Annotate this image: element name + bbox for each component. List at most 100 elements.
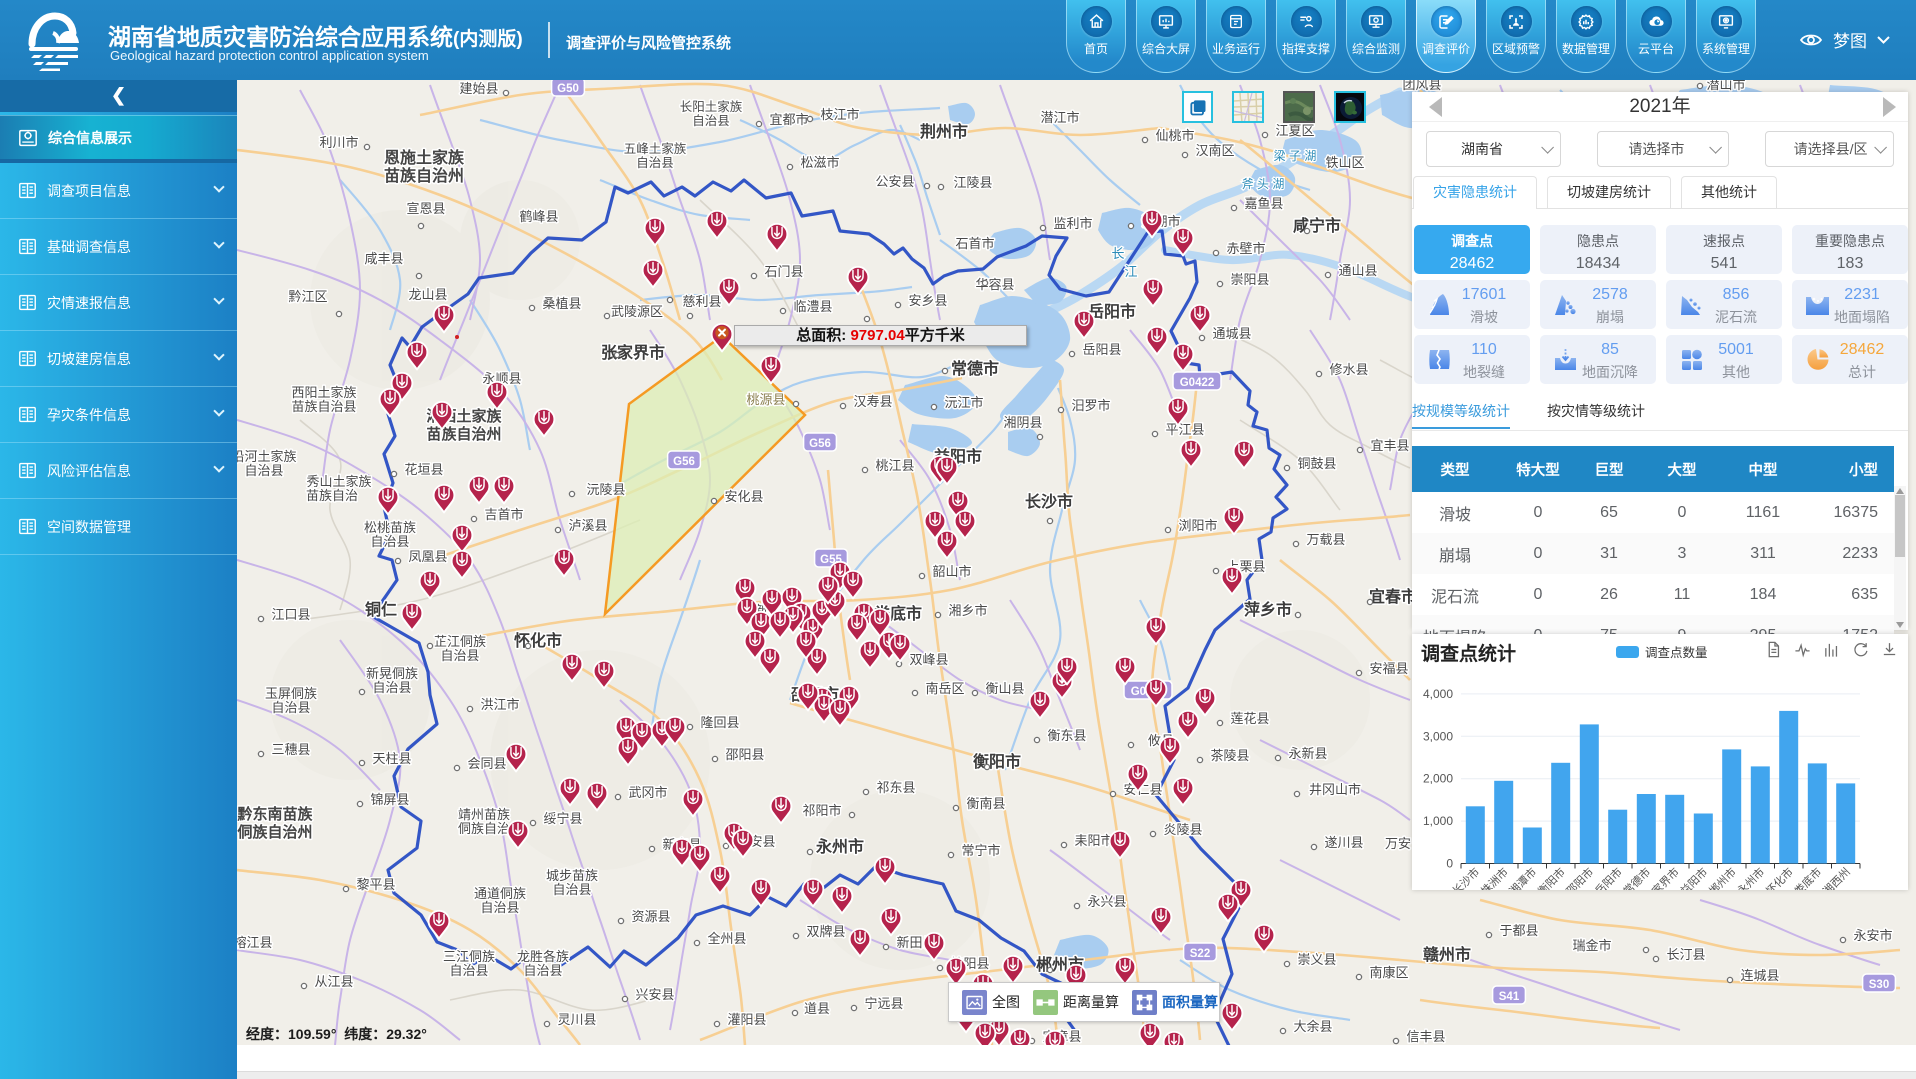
svg-text:自治县: 自治县 bbox=[372, 680, 411, 695]
svg-text:慈利县: 慈利县 bbox=[682, 294, 721, 309]
svg-text:铜鼓县: 铜鼓县 bbox=[1297, 456, 1336, 471]
svg-text:湘阴县: 湘阴县 bbox=[1003, 415, 1042, 430]
svg-text:监利市: 监利市 bbox=[1053, 216, 1092, 231]
svg-text:侗族自治: 侗族自治 bbox=[458, 821, 510, 836]
svg-text:苗族自治州: 苗族自治州 bbox=[384, 166, 464, 185]
svg-text:自治县: 自治县 bbox=[370, 534, 409, 549]
svg-text:祁东县: 祁东县 bbox=[876, 780, 915, 795]
svg-text:黔东南苗族: 黔东南苗族 bbox=[237, 805, 313, 823]
svg-text:苗族自治州: 苗族自治州 bbox=[426, 425, 501, 443]
svg-text:娄底市: 娄底市 bbox=[1791, 865, 1824, 890]
svg-text:桑植县: 桑植县 bbox=[542, 296, 581, 311]
svg-text:自治县: 自治县 bbox=[636, 156, 674, 170]
svg-text:宜都市: 宜都市 bbox=[769, 112, 808, 127]
svg-text:桃源县: 桃源县 bbox=[746, 392, 785, 407]
svg-text:萍乡市: 萍乡市 bbox=[1244, 600, 1292, 619]
svg-text:靖州苗族: 靖州苗族 bbox=[458, 807, 510, 822]
svg-text:长汀县: 长汀县 bbox=[1666, 947, 1705, 962]
svg-text:江: 江 bbox=[1124, 264, 1137, 279]
svg-text:岳阳市: 岳阳市 bbox=[1592, 865, 1625, 890]
svg-text:西阳土家族: 西阳土家族 bbox=[291, 385, 356, 400]
svg-text:G56: G56 bbox=[673, 456, 695, 468]
svg-text:会同县: 会同县 bbox=[467, 756, 506, 771]
svg-text:赣州市: 赣州市 bbox=[1423, 945, 1471, 964]
svg-text:江夏区: 江夏区 bbox=[1275, 123, 1314, 138]
svg-text:石门县: 石门县 bbox=[764, 264, 803, 279]
svg-text:天柱县: 天柱县 bbox=[372, 751, 411, 766]
svg-text:恩施土家族: 恩施土家族 bbox=[384, 148, 465, 167]
svg-text:铜仁: 铜仁 bbox=[365, 600, 397, 619]
svg-text:益阳市: 益阳市 bbox=[1677, 865, 1710, 890]
svg-text:赤壁市: 赤壁市 bbox=[1226, 241, 1265, 256]
svg-text:资源县: 资源县 bbox=[631, 909, 670, 924]
svg-text:侗族自治州: 侗族自治州 bbox=[237, 823, 313, 841]
svg-text:沅江市: 沅江市 bbox=[944, 395, 983, 410]
svg-text:自治县: 自治县 bbox=[523, 963, 562, 978]
svg-text:怀化市: 怀化市 bbox=[1763, 865, 1796, 890]
svg-text:崇阳县: 崇阳县 bbox=[1230, 272, 1269, 287]
svg-text:4,000: 4,000 bbox=[1423, 687, 1453, 701]
svg-text:石首市: 石首市 bbox=[955, 236, 994, 251]
svg-text:长沙市: 长沙市 bbox=[1449, 865, 1482, 890]
svg-text:吉首市: 吉首市 bbox=[484, 507, 523, 522]
svg-text:万载县: 万载县 bbox=[1306, 532, 1345, 547]
svg-text:鹤峰县: 鹤峰县 bbox=[519, 209, 558, 224]
svg-text:安化县: 安化县 bbox=[724, 489, 763, 504]
svg-text:荆州市: 荆州市 bbox=[920, 122, 968, 141]
svg-text:S41: S41 bbox=[1499, 991, 1520, 1003]
svg-text:2,000: 2,000 bbox=[1423, 772, 1453, 786]
svg-text:锦屏县: 锦屏县 bbox=[370, 792, 409, 807]
svg-text:洪江市: 洪江市 bbox=[480, 697, 519, 712]
svg-text:利川市: 利川市 bbox=[319, 135, 358, 150]
svg-text:岳阳市: 岳阳市 bbox=[1088, 302, 1136, 321]
svg-text:自治县: 自治县 bbox=[271, 700, 310, 715]
svg-text:邵阳县: 邵阳县 bbox=[725, 747, 764, 762]
svg-text:衡阳市: 衡阳市 bbox=[973, 752, 1021, 771]
svg-text:0: 0 bbox=[1446, 857, 1453, 871]
svg-text:花垣县: 花垣县 bbox=[404, 462, 443, 477]
svg-text:江口县: 江口县 bbox=[271, 607, 310, 622]
svg-text:衡阳市: 衡阳市 bbox=[1535, 865, 1568, 890]
svg-text:通山县: 通山县 bbox=[1338, 263, 1377, 278]
svg-text:黔江区: 黔江区 bbox=[288, 289, 327, 304]
svg-text:武冈市: 武冈市 bbox=[628, 785, 667, 800]
svg-text:凤凰县: 凤凰县 bbox=[408, 549, 447, 564]
svg-text:芷江侗族: 芷江侗族 bbox=[434, 634, 486, 649]
svg-text:自治县: 自治县 bbox=[244, 463, 283, 478]
svg-text:自治县: 自治县 bbox=[440, 648, 479, 663]
svg-text:南康区: 南康区 bbox=[1369, 965, 1408, 980]
svg-text:常德市: 常德市 bbox=[1620, 865, 1653, 890]
svg-text:江陵县: 江陵县 bbox=[953, 175, 992, 190]
svg-text:兴安县: 兴安县 bbox=[635, 987, 674, 1002]
svg-text:宣恩县: 宣恩县 bbox=[406, 201, 445, 216]
svg-text:衡山县: 衡山县 bbox=[985, 681, 1024, 696]
svg-text:邵阳市: 邵阳市 bbox=[1563, 865, 1596, 890]
svg-text:绥宁县: 绥宁县 bbox=[543, 811, 582, 826]
svg-text:五峰土家族: 五峰土家族 bbox=[624, 141, 687, 156]
svg-text:沅陵县: 沅陵县 bbox=[586, 482, 625, 497]
svg-text:嘉鱼县: 嘉鱼县 bbox=[1244, 196, 1283, 211]
svg-text:3,000: 3,000 bbox=[1423, 729, 1453, 743]
svg-text:安乡县: 安乡县 bbox=[908, 293, 947, 308]
svg-text:湘潭市: 湘潭市 bbox=[1506, 865, 1539, 890]
svg-text:从江县: 从江县 bbox=[314, 974, 353, 989]
svg-text:城步苗族: 城步苗族 bbox=[546, 868, 598, 883]
svg-text:万安: 万安 bbox=[1385, 836, 1411, 851]
svg-text:武陵源区: 武陵源区 bbox=[611, 304, 663, 319]
svg-text:松桃苗族: 松桃苗族 bbox=[364, 520, 416, 535]
svg-text:自治县: 自治县 bbox=[480, 900, 519, 915]
svg-text:汉寿县: 汉寿县 bbox=[853, 394, 892, 409]
svg-text:怀化市: 怀化市 bbox=[514, 631, 562, 650]
svg-text:1,000: 1,000 bbox=[1423, 814, 1453, 828]
svg-text:苗族自治: 苗族自治 bbox=[306, 488, 358, 503]
svg-text:斧 头 湖: 斧 头 湖 bbox=[1242, 176, 1285, 191]
svg-text:S30: S30 bbox=[1869, 979, 1889, 991]
svg-text:灵川县: 灵川县 bbox=[557, 1012, 596, 1027]
svg-text:梁 子 湖: 梁 子 湖 bbox=[1274, 148, 1317, 163]
svg-text:S22: S22 bbox=[1190, 948, 1210, 960]
svg-text:双牌县: 双牌县 bbox=[806, 924, 845, 939]
svg-text:道县: 道县 bbox=[804, 1001, 830, 1016]
svg-text:灌阳县: 灌阳县 bbox=[727, 1012, 766, 1027]
svg-text:龙山县: 龙山县 bbox=[408, 287, 447, 302]
svg-text:永州市: 永州市 bbox=[815, 837, 864, 856]
